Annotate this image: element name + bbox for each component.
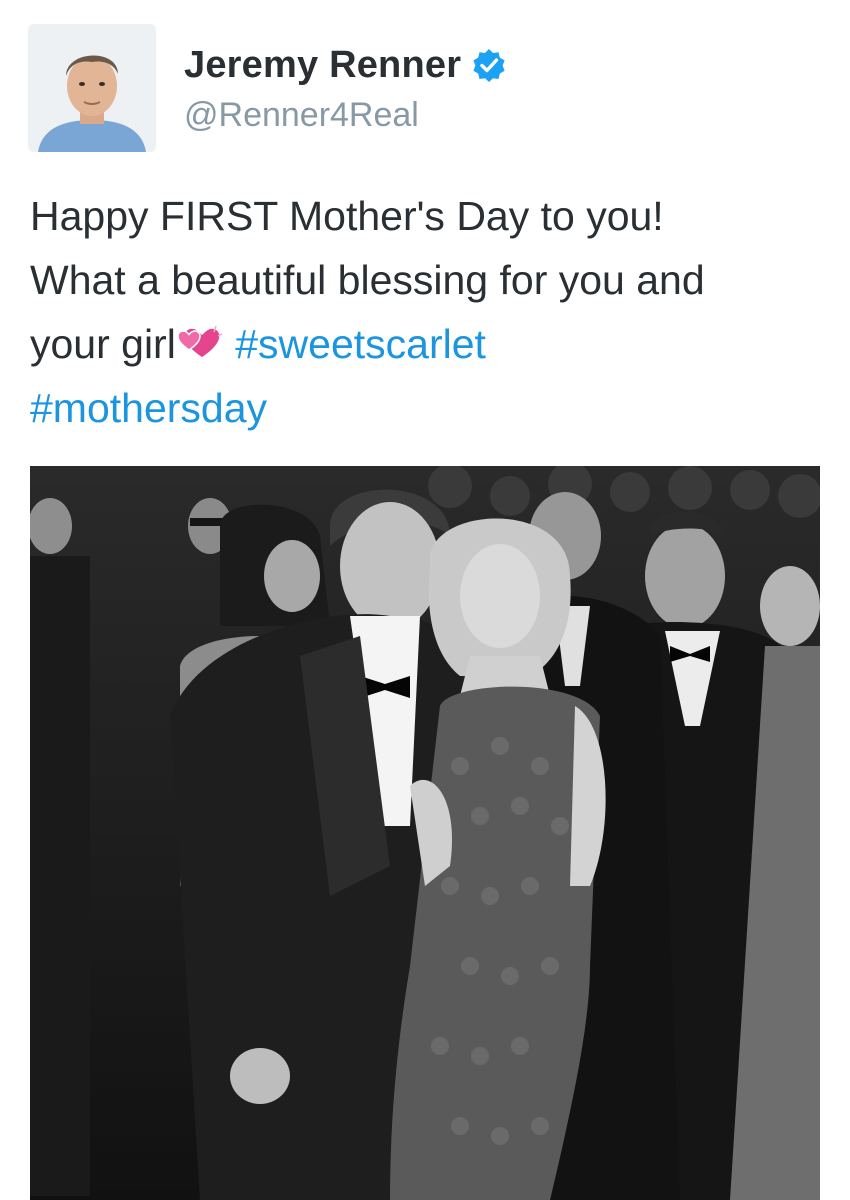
red-carpet-photo-icon <box>30 466 820 1200</box>
profile-avatar[interactable] <box>28 24 156 152</box>
tweet-card: Jeremy Renner @Renner4Real Happy FIRST M… <box>0 0 850 1200</box>
tweet-text-segment: your girl <box>30 321 176 367</box>
hashtag-link[interactable]: #sweetscarlet <box>235 321 486 367</box>
two-hearts-emoji-icon <box>176 322 222 362</box>
tweet-text-line: #mothersday <box>30 376 830 440</box>
tweet-text: Happy FIRST Mother's Day to you! What a … <box>30 184 830 440</box>
hashtag-link[interactable]: #mothersday <box>30 385 267 431</box>
verified-badge-icon <box>471 47 507 83</box>
profile-photo-icon <box>28 24 156 152</box>
tweet-photo[interactable] <box>30 466 820 1200</box>
author-name-row: Jeremy Renner <box>184 40 507 90</box>
tweet-text-line: your girl #sweetscarlet <box>30 312 830 376</box>
tweet-text-line: Happy FIRST Mother's Day to you! <box>30 193 664 239</box>
tweet-text-line: What a beautiful blessing for you and <box>30 257 705 303</box>
author-display-name[interactable]: Jeremy Renner <box>184 44 461 87</box>
author-handle[interactable]: @Renner4Real <box>184 96 419 135</box>
